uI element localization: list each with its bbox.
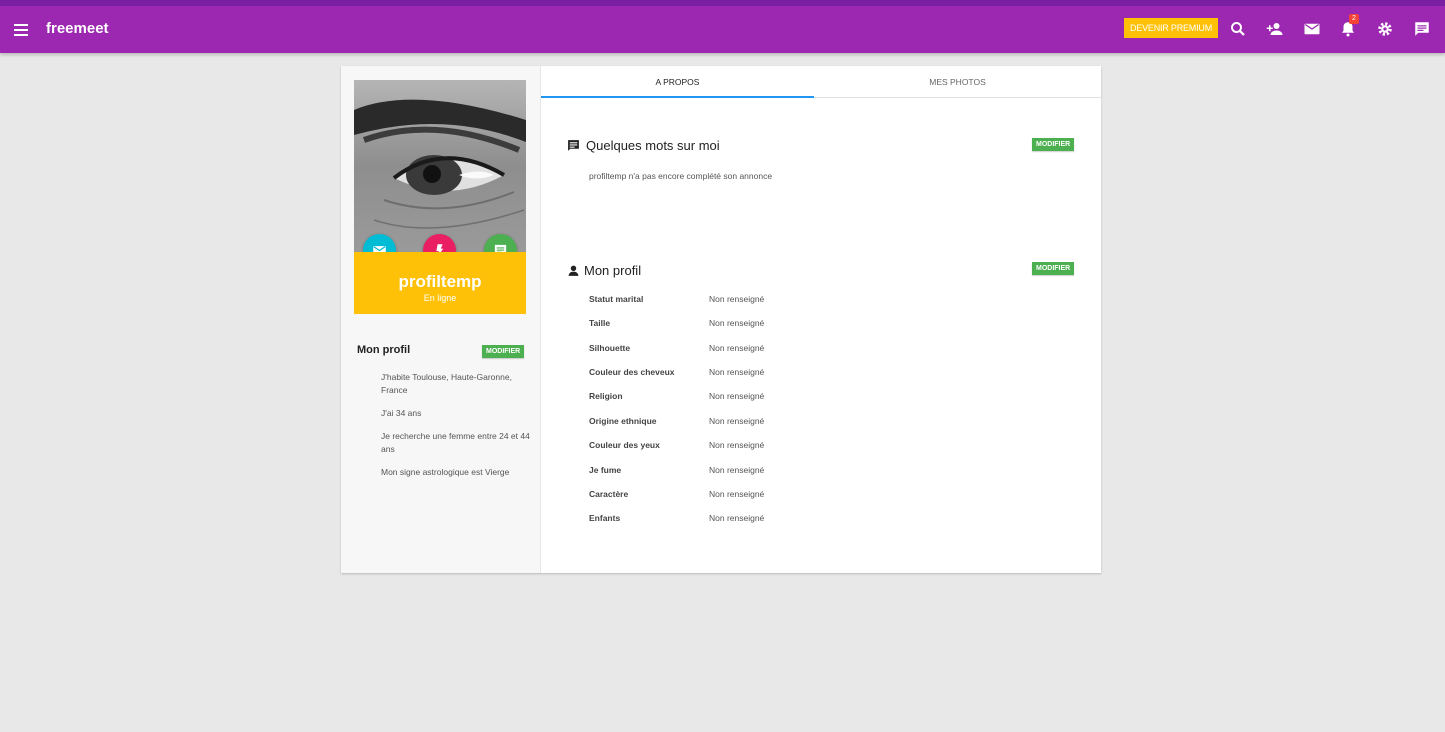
detail-label: Je fume xyxy=(589,465,622,475)
add-user-icon[interactable] xyxy=(1266,20,1284,38)
detail-value: Non renseigné xyxy=(709,513,765,523)
fact-age: J'ai 34 ans xyxy=(381,408,422,418)
detail-label: Enfants xyxy=(589,513,621,523)
tab-a-propos[interactable]: A PROPOS xyxy=(541,66,814,98)
detail-value: Non renseigné xyxy=(709,391,765,401)
gear-icon[interactable] xyxy=(1376,20,1394,38)
detail-label: Origine ethnique xyxy=(589,416,657,426)
top-app-bar: freemeet DEVENIR PREMIUM 2 xyxy=(0,0,1445,53)
fact-astro-sign: Mon signe astrologique est Vierge xyxy=(381,467,510,477)
profile-sidebar: profiltemp En ligne Mon profil MODIFIER … xyxy=(341,66,541,573)
profile-photo[interactable] xyxy=(354,80,526,252)
comment-icon xyxy=(568,140,579,151)
detail-label: Couleur des yeux xyxy=(589,440,660,450)
chat-icon[interactable] xyxy=(1413,20,1431,38)
detail-label: Caractère xyxy=(589,489,629,499)
details-title: Mon profil xyxy=(584,263,642,278)
about-text: profiltemp n'a pas encore complété son a… xyxy=(589,171,773,181)
mail-icon[interactable] xyxy=(1303,20,1321,38)
detail-value: Non renseigné xyxy=(709,465,765,475)
fact-looking-for: Je recherche une femme entre 24 et 44 an… xyxy=(381,431,530,454)
detail-value: Non renseigné xyxy=(709,489,765,499)
detail-value: Non renseigné xyxy=(709,416,765,426)
profile-tabs: A PROPOS MES PHOTOS xyxy=(541,66,1101,98)
profile-name-block: profiltemp En ligne xyxy=(354,252,526,314)
profile-facts-list: J'habite Toulouse, Haute-Garonne, France… xyxy=(381,371,531,489)
tab-mes-photos[interactable]: MES PHOTOS xyxy=(821,66,1094,98)
detail-label: Religion xyxy=(589,391,623,401)
sidebar-profile-title: Mon profil xyxy=(357,344,411,356)
online-status: En ligne xyxy=(423,293,457,303)
profile-card: profiltemp En ligne Mon profil MODIFIER … xyxy=(341,66,1101,573)
sidebar-modify-button[interactable]: MODIFIER xyxy=(482,345,525,358)
become-premium-button[interactable]: DEVENIR PREMIUM xyxy=(1124,18,1218,38)
detail-value: Non renseigné xyxy=(709,367,765,377)
about-title: Quelques mots sur moi xyxy=(586,138,720,153)
profile-username: profiltemp xyxy=(398,272,482,291)
detail-label: Silhouette xyxy=(589,343,631,353)
notification-count-badge: 2 xyxy=(1349,14,1359,24)
detail-value: Non renseigné xyxy=(709,318,765,328)
detail-value: Non renseigné xyxy=(709,343,765,353)
hamburger-menu-icon[interactable] xyxy=(14,24,28,36)
details-modify-button[interactable]: MODIFIER xyxy=(1032,262,1075,275)
bell-icon[interactable]: 2 xyxy=(1339,14,1359,38)
search-icon[interactable] xyxy=(1229,20,1247,38)
about-modify-button[interactable]: MODIFIER xyxy=(1032,138,1075,151)
detail-label: Statut marital xyxy=(589,294,644,304)
detail-value: Non renseigné xyxy=(709,294,765,304)
brand-logo[interactable]: freemeet xyxy=(46,20,109,37)
person-icon xyxy=(568,265,579,276)
detail-value: Non renseigné xyxy=(709,440,765,450)
fact-location: J'habite Toulouse, Haute-Garonne, France xyxy=(381,372,512,395)
detail-label: Couleur des cheveux xyxy=(589,367,675,377)
detail-label: Taille xyxy=(589,318,611,328)
